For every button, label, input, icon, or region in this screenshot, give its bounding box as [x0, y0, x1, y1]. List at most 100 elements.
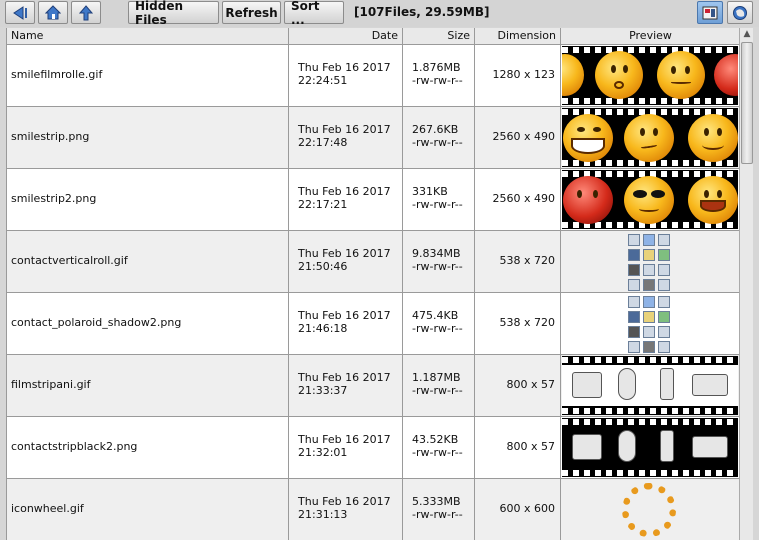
globe-view-toggle[interactable] — [727, 1, 753, 24]
file-date: Thu Feb 16 2017 — [298, 371, 391, 384]
file-date: Thu Feb 16 2017 — [298, 123, 391, 136]
scroll-thumb[interactable] — [741, 42, 753, 164]
preview-cell — [561, 479, 739, 540]
preview-cell — [561, 107, 739, 168]
size-cell: 475.4KB -rw-rw-r-- — [403, 293, 475, 354]
size-cell: 9.834MB -rw-rw-r-- — [403, 231, 475, 292]
file-dimension: 538 x 720 — [499, 254, 556, 267]
file-name: contact_polaroid_shadow2.png — [11, 316, 182, 329]
sort-button[interactable]: Sort ... — [284, 0, 344, 27]
file-dimension: 1280 x 123 — [492, 68, 556, 81]
name-cell: smilestrip2.png — [7, 169, 289, 230]
file-name: smilestrip2.png — [11, 192, 97, 205]
file-date: Thu Feb 16 2017 — [298, 247, 391, 260]
file-size: 267.6KB — [412, 123, 459, 136]
preview-thumbnail — [562, 46, 738, 105]
dimension-cell: 538 x 720 — [475, 231, 561, 292]
size-cell: 43.52KB -rw-rw-r-- — [403, 417, 475, 478]
scroll-up-icon[interactable]: ▲ — [741, 28, 753, 40]
date-cell: Thu Feb 16 2017 22:24:51 — [289, 45, 403, 106]
name-cell: iconwheel.gif — [7, 479, 289, 540]
name-cell: filmstripani.gif — [7, 355, 289, 416]
file-time: 21:31:13 — [298, 508, 348, 521]
preview-cell — [561, 45, 739, 106]
file-name: filmstripani.gif — [11, 378, 91, 391]
up-button[interactable] — [71, 1, 101, 24]
file-dimension: 538 x 720 — [499, 316, 556, 329]
up-arrow-icon — [79, 4, 93, 20]
date-cell: Thu Feb 16 2017 21:33:37 — [289, 355, 403, 416]
file-date: Thu Feb 16 2017 — [298, 309, 391, 322]
preview-cell — [561, 293, 739, 354]
dimension-cell: 2560 x 490 — [475, 169, 561, 230]
file-row[interactable]: smilestrip.png Thu Feb 16 2017 22:17:48 2… — [7, 107, 739, 169]
preview-thumbnail — [562, 294, 738, 353]
date-cell: Thu Feb 16 2017 21:46:18 — [289, 293, 403, 354]
file-name: contactverticalroll.gif — [11, 254, 128, 267]
back-button[interactable] — [5, 1, 35, 24]
file-dimension: 800 x 57 — [506, 440, 556, 453]
size-cell: 5.333MB -rw-rw-r-- — [403, 479, 475, 540]
file-dimension: 800 x 57 — [506, 378, 556, 391]
file-name: smilestrip.png — [11, 130, 90, 143]
file-count-status: [107Files, 29.59MB] — [354, 5, 490, 19]
vertical-scrollbar[interactable]: ▲ — [739, 28, 753, 540]
file-time: 22:24:51 — [298, 74, 348, 87]
dimension-cell: 2560 x 490 — [475, 107, 561, 168]
file-date: Thu Feb 16 2017 — [298, 61, 391, 74]
file-perms: -rw-rw-r-- — [412, 508, 463, 521]
size-cell: 267.6KB -rw-rw-r-- — [403, 107, 475, 168]
date-cell: Thu Feb 16 2017 21:50:46 — [289, 231, 403, 292]
name-cell: contact_polaroid_shadow2.png — [7, 293, 289, 354]
column-name[interactable]: Name — [7, 28, 289, 45]
size-cell: 1.876MB -rw-rw-r-- — [403, 45, 475, 106]
file-row[interactable]: contact_polaroid_shadow2.png Thu Feb 16 … — [7, 293, 739, 355]
file-perms: -rw-rw-r-- — [412, 198, 463, 211]
date-cell: Thu Feb 16 2017 21:32:01 — [289, 417, 403, 478]
file-row[interactable]: filmstripani.gif Thu Feb 16 2017 21:33:37… — [7, 355, 739, 417]
column-size[interactable]: Size — [403, 28, 475, 45]
preview-cell — [561, 355, 739, 416]
name-cell: smilestrip.png — [7, 107, 289, 168]
file-time: 21:32:01 — [298, 446, 348, 459]
file-time: 21:33:37 — [298, 384, 348, 397]
file-date: Thu Feb 16 2017 — [298, 185, 391, 198]
column-preview[interactable]: Preview — [561, 28, 739, 45]
preview-thumbnail — [562, 232, 738, 291]
dimension-cell: 538 x 720 — [475, 293, 561, 354]
dimension-cell: 800 x 57 — [475, 417, 561, 478]
column-header: Name Date Size Dimension Preview — [7, 28, 739, 45]
hidden-files-button[interactable]: Hidden Files — [128, 0, 219, 27]
file-size: 5.333MB — [412, 495, 461, 508]
refresh-button[interactable]: Refresh — [222, 1, 281, 24]
file-dimension: 600 x 600 — [499, 502, 556, 515]
file-size: 1.876MB — [412, 61, 461, 74]
preview-thumbnail — [562, 356, 738, 415]
file-row[interactable]: contactverticalroll.gif Thu Feb 16 2017 2… — [7, 231, 739, 293]
file-time: 22:17:21 — [298, 198, 348, 211]
file-size: 1.187MB — [412, 371, 461, 384]
home-button[interactable] — [38, 1, 68, 24]
file-perms: -rw-rw-r-- — [412, 260, 463, 273]
file-list[interactable]: Name Date Size Dimension Preview smilefi… — [6, 28, 739, 540]
preview-cell — [561, 417, 739, 478]
file-row[interactable]: iconwheel.gif Thu Feb 16 2017 21:31:13 5.… — [7, 479, 739, 540]
file-row[interactable]: contactstripblack2.png Thu Feb 16 2017 21… — [7, 417, 739, 479]
home-icon — [45, 5, 61, 20]
file-perms: -rw-rw-r-- — [412, 446, 463, 459]
back-arrow-icon — [13, 5, 27, 20]
preview-cell — [561, 169, 739, 230]
file-row[interactable]: smilefilmrolle.gif Thu Feb 16 2017 22:24:… — [7, 45, 739, 107]
globe-icon — [733, 5, 747, 20]
file-time: 22:17:48 — [298, 136, 348, 149]
file-perms: -rw-rw-r-- — [412, 322, 463, 335]
file-dimension: 2560 x 490 — [492, 130, 556, 143]
preview-thumbnail — [562, 170, 738, 229]
file-perms: -rw-rw-r-- — [412, 384, 463, 397]
file-row[interactable]: smilestrip2.png Thu Feb 16 2017 22:17:21 … — [7, 169, 739, 231]
column-date[interactable]: Date — [289, 28, 403, 45]
column-dimension[interactable]: Dimension — [475, 28, 561, 45]
preview-cell — [561, 231, 739, 292]
icon-view-toggle[interactable] — [697, 1, 723, 24]
file-date: Thu Feb 16 2017 — [298, 433, 391, 446]
